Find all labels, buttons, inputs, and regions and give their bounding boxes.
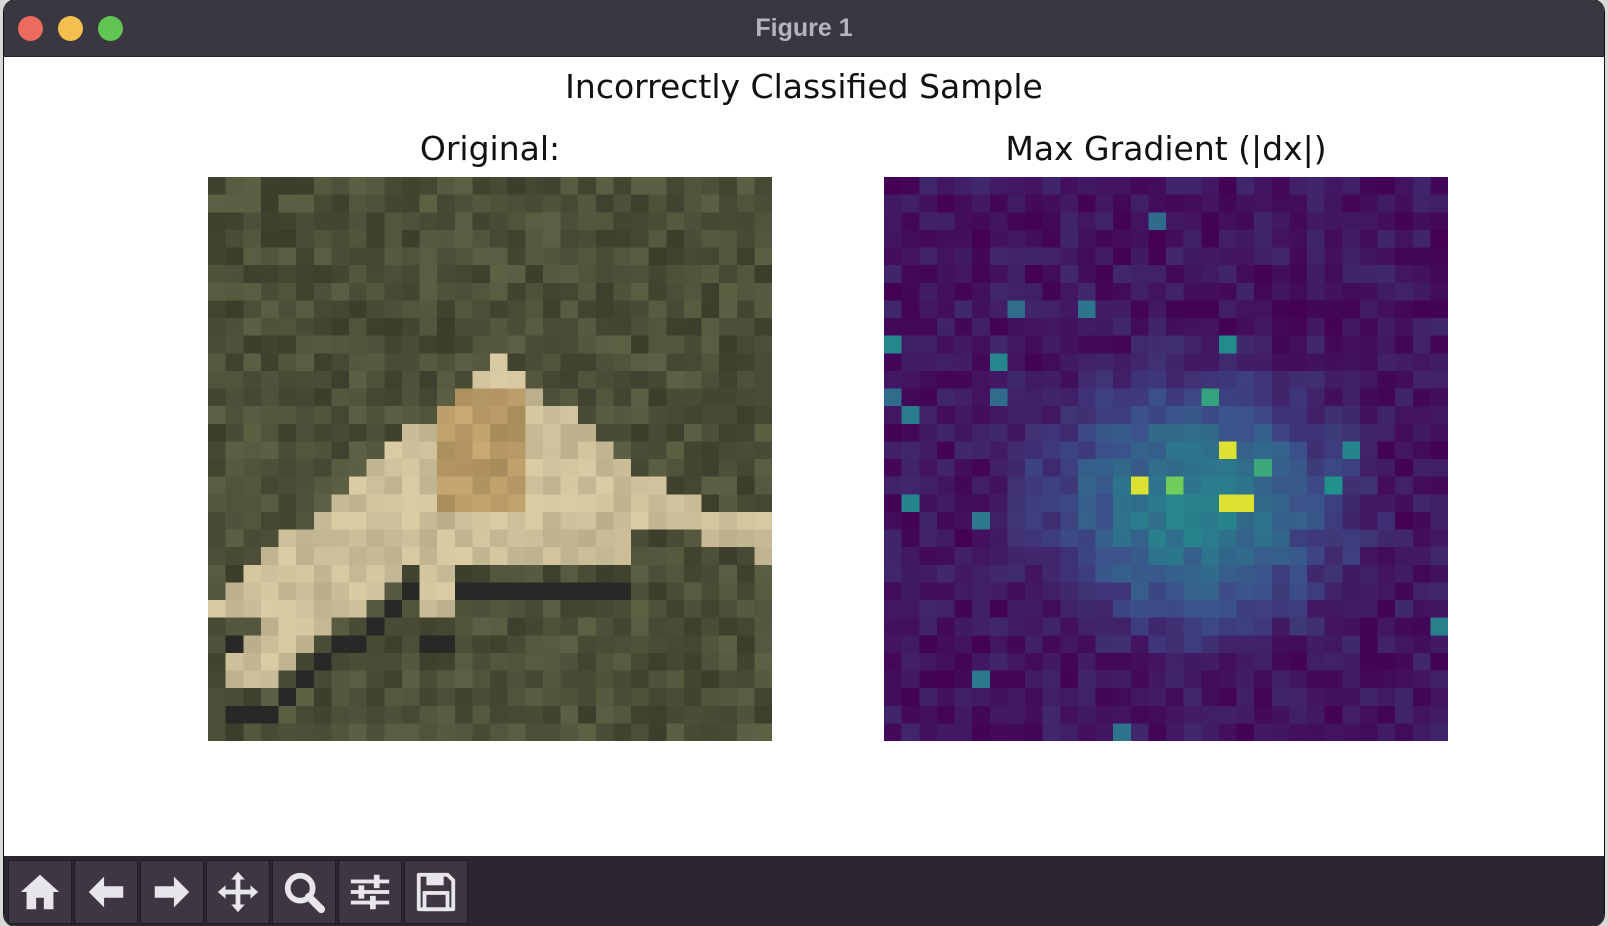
figure-suptitle: Incorrectly Classified Sample [565, 67, 1043, 106]
pan-icon [217, 871, 259, 913]
original-image [208, 177, 772, 741]
original-panel-title: Original: [419, 129, 561, 168]
zoom-icon [284, 872, 326, 914]
home-button[interactable] [8, 860, 72, 924]
forward-arrow-icon [154, 876, 190, 908]
configure-subplots-button[interactable] [338, 860, 402, 924]
save-button[interactable] [404, 860, 468, 924]
navigation-toolbar [4, 856, 1604, 926]
pan-button[interactable] [206, 860, 270, 924]
figure-canvas[interactable]: Incorrectly Classified Sample Original: … [4, 57, 1604, 856]
figure-window: Figure 1 Incorrectly Classified Sample O… [4, 0, 1604, 926]
configure-subplots-icon [350, 874, 390, 910]
gradient-heatmap-canvas [884, 177, 1448, 741]
zoom-button[interactable] [272, 860, 336, 924]
gradient-panel-title: Max Gradient (|dx|) [1005, 129, 1327, 168]
back-arrow-icon [88, 876, 124, 908]
original-image-canvas [208, 177, 772, 741]
gradient-heatmap [884, 177, 1448, 741]
title-bar[interactable]: Figure 1 [4, 0, 1604, 57]
home-icon [20, 874, 60, 910]
window-title: Figure 1 [755, 14, 853, 42]
back-button[interactable] [74, 860, 138, 924]
forward-button[interactable] [140, 860, 204, 924]
save-icon [416, 872, 456, 912]
